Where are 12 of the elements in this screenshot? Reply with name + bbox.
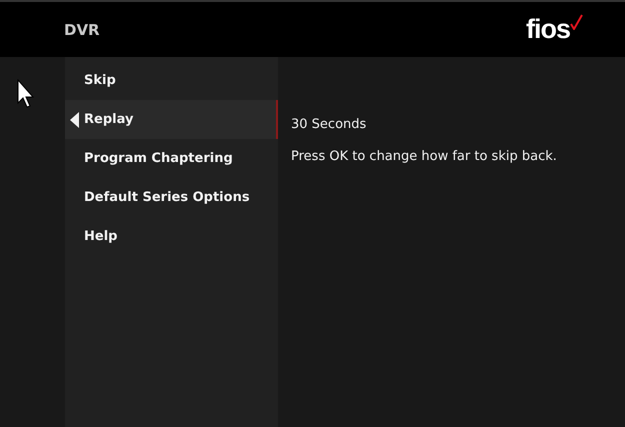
setting-value: 30 Seconds: [291, 117, 368, 132]
chevron-left-icon: [70, 112, 79, 128]
hint-text: Press OK to change how far to skip back.: [291, 149, 557, 164]
menu-item[interactable]: Default Series Options: [65, 178, 278, 217]
checkmark-icon: [570, 14, 583, 30]
menu-item[interactable]: Replay: [65, 100, 278, 139]
logo: fios: [526, 16, 570, 43]
menu-item[interactable]: Help: [65, 217, 278, 256]
screen-title: DVR: [64, 20, 100, 38]
menu-item[interactable]: Skip: [65, 61, 278, 100]
cursor-icon: [17, 79, 37, 109]
menu-item[interactable]: Program Chaptering: [65, 139, 278, 178]
